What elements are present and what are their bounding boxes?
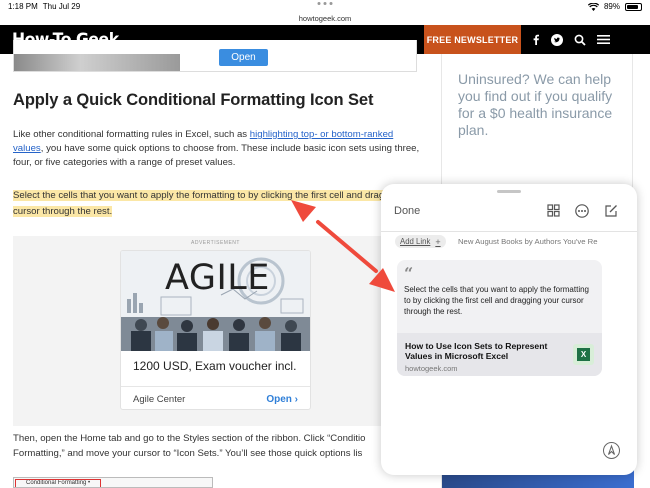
ad-footer: Agile Center Open › bbox=[121, 386, 310, 409]
browser-frame: 1:18 PM Thu Jul 29 89% howtogeek.com How… bbox=[0, 0, 650, 488]
battery-percent: 89% bbox=[603, 2, 620, 11]
ad-image bbox=[14, 54, 180, 71]
grid-icon[interactable] bbox=[547, 204, 560, 217]
status-time: 1:18 PM bbox=[8, 2, 38, 11]
more-icon[interactable] bbox=[575, 204, 589, 218]
newsletter-button[interactable]: FREE NEWSLETTER bbox=[424, 25, 521, 54]
battery-icon bbox=[625, 2, 642, 11]
advertisement: ADVERTISEMENT AGILE 1200 USD, Exam vouch… bbox=[13, 236, 418, 426]
section-title: Apply a Quick Conditional Formatting Ico… bbox=[13, 91, 374, 109]
note-quote-card[interactable]: “ Select the cells that you want to appl… bbox=[397, 260, 602, 376]
compose-icon[interactable] bbox=[604, 204, 618, 218]
ad-price: 1200 USD, Exam voucher incl. bbox=[133, 359, 297, 373]
ad-banner-image: AGILE bbox=[121, 251, 310, 351]
chevron-right-icon: › bbox=[294, 393, 298, 405]
ad-label: ADVERTISEMENT bbox=[191, 240, 240, 246]
wifi-icon bbox=[587, 2, 599, 11]
menu-icon[interactable] bbox=[597, 34, 610, 45]
link-preview-domain: howtogeek.com bbox=[405, 364, 458, 373]
facebook-icon[interactable] bbox=[531, 34, 540, 45]
plus-icon: + bbox=[435, 236, 441, 247]
multitasking-dots[interactable] bbox=[317, 2, 333, 5]
quote-text: Select the cells that you want to apply … bbox=[404, 285, 589, 316]
ad-open-button[interactable]: Open bbox=[219, 49, 268, 66]
ad-card[interactable]: AGILE 1200 USD, Exam voucher incl. Agile… bbox=[120, 250, 311, 410]
excel-icon: X bbox=[573, 344, 594, 365]
search-icon[interactable] bbox=[574, 34, 586, 46]
ad-advertiser: Agile Center bbox=[133, 393, 186, 405]
url-bar[interactable]: howtogeek.com bbox=[0, 12, 650, 25]
article-paragraph-2: Then, open the Home tab and go to the St… bbox=[13, 433, 366, 459]
markup-icon[interactable] bbox=[603, 442, 620, 459]
ad-brand: AGILE bbox=[165, 258, 270, 298]
article-paragraph: Like other conditional formatting rules … bbox=[13, 129, 420, 168]
panel-grabber[interactable] bbox=[497, 190, 521, 193]
suggested-link[interactable]: New August Books by Authors You've Re bbox=[458, 237, 634, 246]
link-preview[interactable]: How to Use Icon Sets to Represent Values… bbox=[397, 333, 602, 376]
highlight-box bbox=[15, 479, 101, 487]
sidebar-ad-text[interactable]: Uninsured? We can help you find out if y… bbox=[458, 71, 623, 139]
panel-divider bbox=[381, 231, 637, 232]
quote-icon: “ bbox=[404, 264, 414, 283]
quick-note-panel: Done Add Link + New August Books by Autho… bbox=[381, 184, 637, 475]
twitter-icon[interactable] bbox=[551, 33, 563, 46]
previous-ad-card: Open bbox=[13, 40, 417, 72]
article-screenshot-thumbnail: Conditional Formatting • bbox=[13, 477, 213, 488]
ad-open-link[interactable]: Open › bbox=[266, 394, 298, 405]
add-link-button[interactable]: Add Link + bbox=[395, 235, 446, 248]
link-preview-title: How to Use Icon Sets to Represent Values… bbox=[405, 341, 548, 361]
highlighted-paragraph[interactable]: Select the cells that you want to apply … bbox=[13, 188, 433, 220]
done-button[interactable]: Done bbox=[394, 205, 420, 217]
status-date: Thu Jul 29 bbox=[42, 2, 81, 11]
